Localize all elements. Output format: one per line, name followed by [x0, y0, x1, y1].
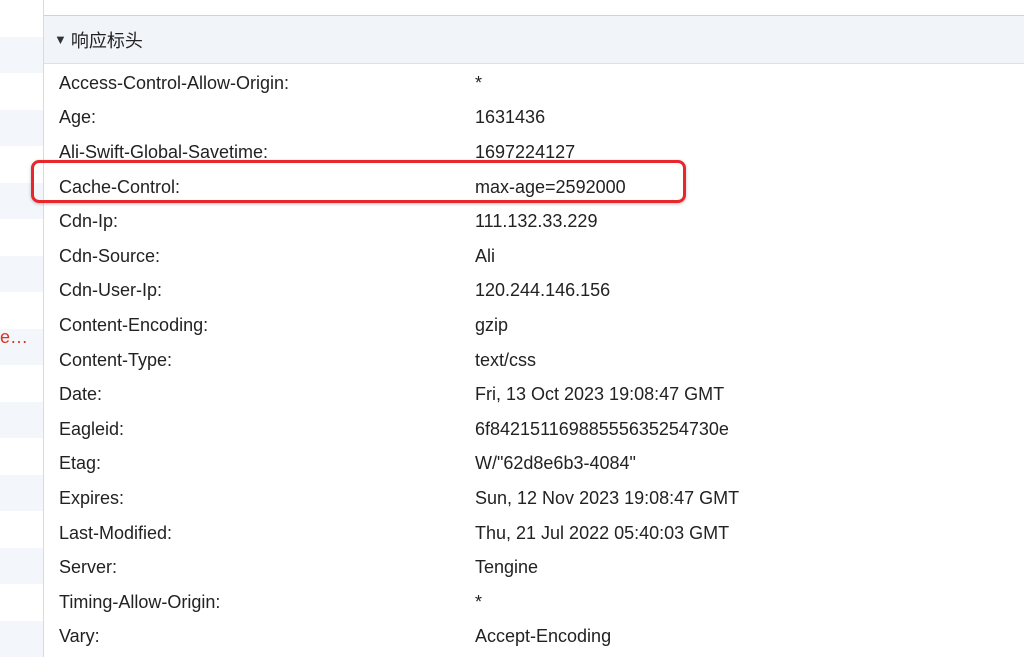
devtools-page: e… ▼ 响应标头 Access-Control-Allow-Origin: * A…: [0, 0, 1024, 657]
header-name: Server:: [59, 557, 118, 578]
request-row[interactable]: [0, 255, 44, 292]
header-row: Etag: W/"62d8e6b3-4084": [44, 447, 1024, 482]
header-row: Last-Modified: Thu, 21 Jul 2022 05:40:03 …: [44, 516, 1024, 551]
request-row[interactable]: [0, 292, 44, 329]
request-row[interactable]: [0, 511, 44, 548]
request-row[interactable]: [0, 620, 44, 657]
header-row: Expires: Sun, 12 Nov 2023 19:08:47 GMT: [44, 481, 1024, 516]
header-name: Vary:: [59, 626, 100, 647]
header-name: Expires:: [59, 487, 125, 508]
header-row: Ali-Swift-Global-Savetime: 1697224127: [44, 135, 1024, 170]
header-row: Vary: Accept-Encoding: [44, 620, 1024, 655]
truncated-request-name: e…: [0, 327, 29, 347]
header-value: 111.132.33.229: [475, 211, 598, 232]
header-value: *: [475, 72, 483, 93]
header-name: Access-Control-Allow-Origin:: [59, 72, 290, 93]
header-value: Thu, 21 Jul 2022 05:40:03 GMT: [475, 522, 730, 543]
header-name: Cache-Control:: [59, 176, 181, 197]
header-value: Tengine: [475, 557, 539, 578]
request-row[interactable]: [0, 401, 44, 438]
request-row[interactable]: [0, 474, 44, 511]
header-value: Sun, 12 Nov 2023 19:08:47 GMT: [475, 487, 740, 508]
header-row: Cache-Control: max-age=2592000: [44, 170, 1024, 205]
header-name: Ali-Swift-Global-Savetime:: [59, 141, 269, 162]
request-row[interactable]: [0, 73, 44, 110]
request-row[interactable]: [0, 584, 44, 621]
triangle-down-icon[interactable]: ▼: [54, 32, 67, 47]
request-row[interactable]: [0, 182, 44, 219]
header-value: Accept-Encoding: [475, 626, 612, 647]
header-name: Etag:: [59, 453, 102, 474]
header-row: Age: 1631436: [44, 101, 1024, 136]
header-row: Cdn-Ip: 111.132.33.229: [44, 204, 1024, 239]
header-name: Age:: [59, 107, 97, 128]
header-value: max-age=2592000: [475, 176, 626, 197]
header-name: Content-Encoding:: [59, 314, 209, 335]
header-value: 6f84215116988555635254730e: [475, 418, 729, 439]
header-name: Last-Modified:: [59, 522, 173, 543]
header-row: Content-Encoding: gzip: [44, 308, 1024, 343]
header-row: Eagleid: 6f84215116988555635254730e: [44, 412, 1024, 447]
header-name: Content-Type:: [59, 349, 173, 370]
headers-panel: ▼ 响应标头 Access-Control-Allow-Origin: * Age:…: [31, 0, 1024, 657]
header-name: Cdn-User-Ip:: [59, 280, 163, 301]
header-name: Eagleid:: [59, 418, 125, 439]
header-rows: Access-Control-Allow-Origin: * Age: 1631436…: [31, 64, 1024, 655]
header-value: text/css: [475, 349, 537, 370]
header-name: Date:: [59, 384, 103, 405]
header-name: Cdn-Source:: [59, 245, 161, 266]
request-row[interactable]: [0, 365, 44, 402]
header-row: Cdn-Source: Ali: [44, 239, 1024, 274]
request-row[interactable]: [0, 438, 44, 475]
header-row: Access-Control-Allow-Origin: *: [44, 66, 1024, 101]
request-row[interactable]: [0, 547, 44, 584]
header-value: gzip: [475, 314, 509, 335]
request-row[interactable]: [0, 219, 44, 256]
header-value: W/"62d8e6b3-4084": [475, 453, 636, 474]
request-row[interactable]: [0, 0, 44, 37]
request-row[interactable]: [0, 36, 44, 73]
panel-top-bar: [44, 0, 1024, 16]
response-headers-section-header[interactable]: ▼ 响应标头: [44, 16, 1024, 64]
header-value: 120.244.146.156: [475, 280, 611, 301]
request-row[interactable]: [0, 146, 44, 183]
header-value: Ali: [475, 245, 496, 266]
header-row: Content-Type: text/css: [44, 343, 1024, 378]
header-row: Date: Fri, 13 Oct 2023 19:08:47 GMT: [44, 377, 1024, 412]
section-title: 响应标头: [70, 30, 143, 51]
header-value: 1631436: [475, 107, 546, 128]
request-row[interactable]: [0, 109, 44, 146]
header-value: Fri, 13 Oct 2023 19:08:47 GMT: [475, 384, 725, 405]
header-row: Timing-Allow-Origin: *: [44, 585, 1024, 620]
header-row: Cdn-User-Ip: 120.244.146.156: [44, 274, 1024, 309]
header-name: Timing-Allow-Origin:: [59, 591, 221, 612]
header-value: *: [475, 591, 483, 612]
header-name: Cdn-Ip:: [59, 211, 119, 232]
header-value: 1697224127: [475, 141, 576, 162]
header-row: Server: Tengine: [44, 550, 1024, 585]
